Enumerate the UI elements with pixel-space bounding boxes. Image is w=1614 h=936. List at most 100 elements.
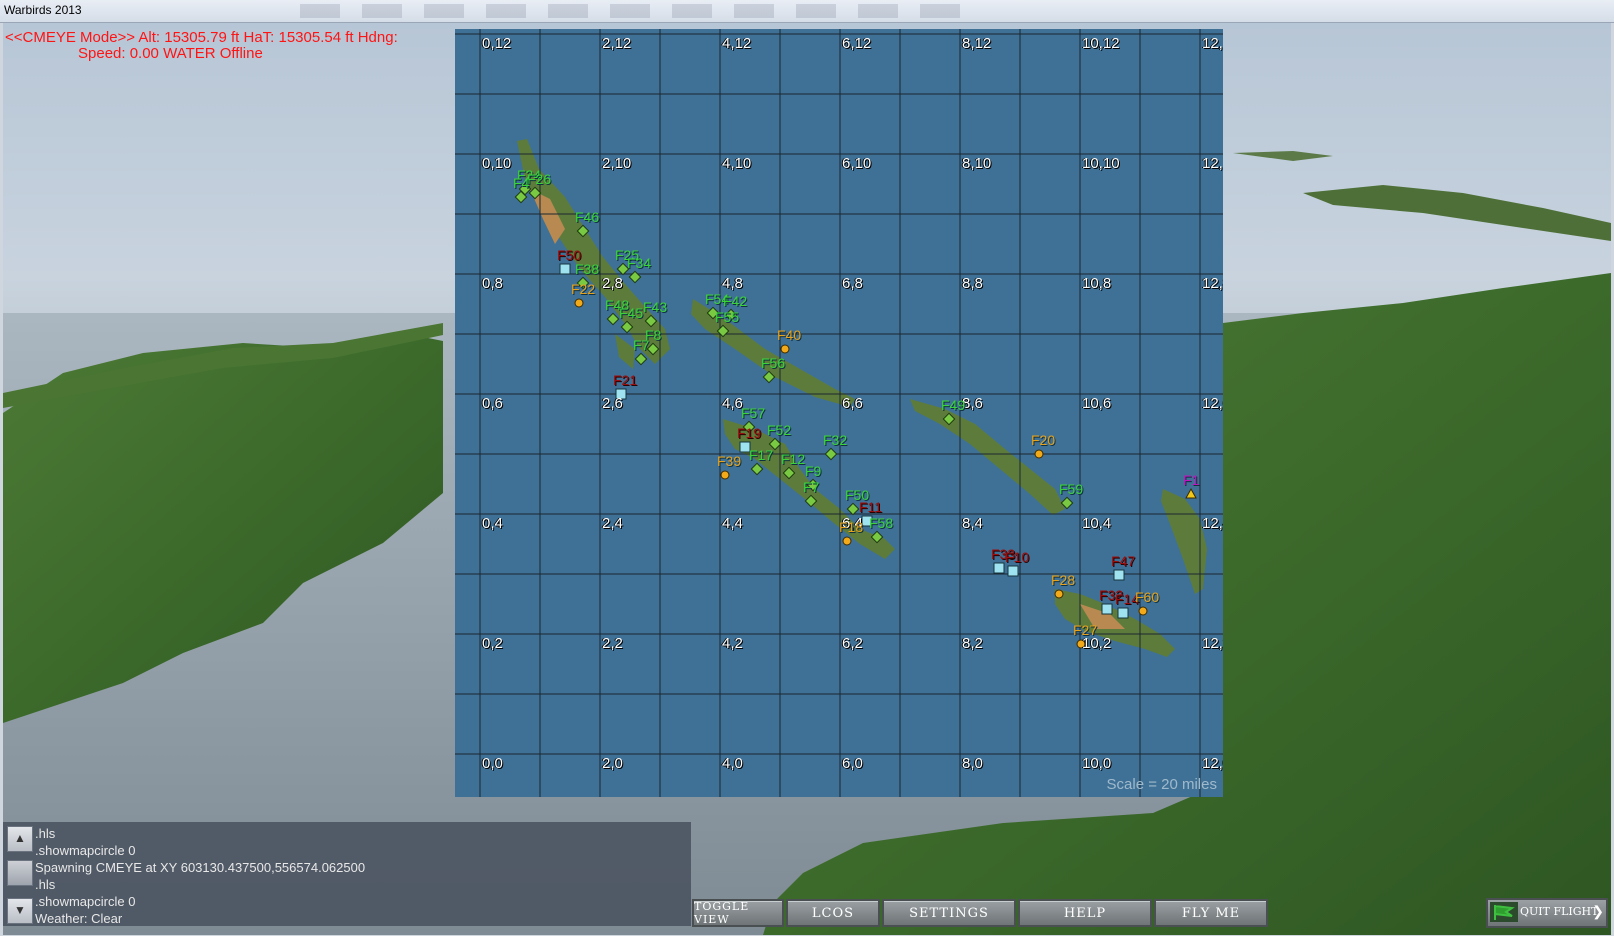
field-label[interactable]: F34 — [627, 255, 651, 271]
field-marker-red[interactable] — [1117, 607, 1129, 619]
field-label[interactable]: F10 — [1005, 549, 1029, 565]
grid-coordinate-label: 0,8 — [482, 275, 503, 292]
field-label[interactable]: F4 — [513, 175, 529, 191]
grid-coordinate-label: 0,6 — [482, 395, 503, 412]
chat-console[interactable]: ▲ ▼ .hls .showmapcircle 0 Spawning CMEYE… — [3, 822, 691, 926]
field-label[interactable]: F9 — [805, 463, 821, 479]
field-label[interactable]: F18 — [839, 519, 863, 535]
field-label[interactable]: F60 — [1135, 589, 1159, 605]
field-label[interactable]: F55 — [715, 309, 739, 325]
grid-coordinate-label: 10,12 — [1082, 35, 1120, 52]
field-label[interactable]: F32 — [823, 432, 847, 448]
field-marker-green[interactable] — [750, 462, 764, 476]
grid-coordinate-label: 8,4 — [962, 515, 983, 532]
hud-status-line: <<CMEYE Mode>> Alt: 15305.79 ft HaT: 153… — [5, 29, 398, 46]
grid-coordinate-label: 2,12 — [602, 35, 632, 52]
map-gridlines — [455, 29, 1223, 797]
lcos-button[interactable]: LCOS — [786, 899, 880, 927]
console-line: .showmapcircle 0 — [35, 894, 136, 909]
field-marker-red[interactable] — [1007, 565, 1019, 577]
grid-coordinate-label: 4,2 — [722, 635, 743, 652]
grid-coordinate-label: 12,4 — [1202, 515, 1223, 532]
field-label[interactable]: F28 — [1051, 572, 1075, 588]
far-island-terrain — [1303, 185, 1611, 241]
field-marker-green[interactable] — [846, 502, 860, 516]
field-label[interactable]: F56 — [761, 355, 785, 371]
console-scroll-down-button[interactable]: ▼ — [7, 898, 33, 924]
console-scroll-track[interactable] — [7, 860, 33, 886]
field-label[interactable]: F59 — [1059, 481, 1083, 497]
field-label[interactable]: F49 — [941, 397, 965, 413]
background-menu-ghost — [300, 4, 980, 18]
field-label[interactable]: F46 — [575, 209, 599, 225]
grid-coordinate-label: 10,4 — [1082, 515, 1112, 532]
field-label[interactable]: F1 — [1183, 472, 1199, 488]
field-marker-red[interactable] — [559, 263, 571, 275]
window-title: Warbirds 2013 — [4, 3, 82, 17]
field-label[interactable]: F42 — [723, 293, 747, 309]
grid-coordinate-label: 6,6 — [842, 395, 863, 412]
grid-coordinate-label: 6,8 — [842, 275, 863, 292]
field-label[interactable]: F47 — [1111, 553, 1135, 569]
field-label[interactable]: F27 — [1073, 622, 1097, 638]
field-label[interactable]: F39 — [717, 453, 741, 469]
toggle-view-button[interactable]: TOGGLE VIEW — [692, 899, 784, 927]
field-label[interactable]: F17 — [749, 447, 773, 463]
field-label[interactable]: F7 — [803, 479, 819, 495]
field-marker-orange[interactable] — [1054, 589, 1064, 599]
field-label[interactable]: F38 — [575, 261, 599, 277]
grid-coordinate-label: 6,10 — [842, 155, 872, 172]
field-marker-orange[interactable] — [842, 536, 852, 546]
map-scale-label: Scale = 20 miles — [1106, 776, 1217, 793]
grid-coordinate-label: 10,0 — [1082, 755, 1112, 772]
grid-coordinate-label: 2,0 — [602, 755, 623, 772]
grid-coordinate-label: 8,6 — [962, 395, 983, 412]
fly-me-button[interactable]: FLY ME — [1154, 899, 1268, 927]
field-label[interactable]: F57 — [741, 405, 765, 421]
field-label[interactable]: F19 — [737, 425, 761, 441]
field-marker-green[interactable] — [628, 270, 642, 284]
grid-coordinate-label: 12,10 — [1202, 155, 1223, 172]
field-marker-red[interactable] — [1113, 569, 1125, 581]
field-label[interactable]: F45 — [619, 305, 643, 321]
field-label[interactable]: F21 — [613, 372, 637, 388]
field-label[interactable]: F20 — [1031, 432, 1055, 448]
field-label[interactable]: F26 — [527, 171, 551, 187]
settings-button[interactable]: SETTINGS — [882, 899, 1016, 927]
console-scroll-up-button[interactable]: ▲ — [7, 826, 33, 852]
map-svg — [455, 29, 1223, 797]
grid-coordinate-label: 2,8 — [602, 275, 623, 292]
field-label[interactable]: F58 — [869, 515, 893, 531]
grid-coordinate-label: 12,2 — [1202, 635, 1223, 652]
field-label[interactable]: F11 — [859, 499, 882, 515]
field-label[interactable]: F52 — [767, 422, 791, 438]
field-marker-orange[interactable] — [780, 344, 790, 354]
help-button[interactable]: HELP — [1018, 899, 1152, 927]
grid-coordinate-label: 2,6 — [602, 395, 623, 412]
field-marker-red[interactable] — [993, 562, 1005, 574]
field-marker-red[interactable] — [1101, 603, 1113, 615]
field-marker-orange[interactable] — [574, 298, 584, 308]
field-marker-purple[interactable] — [1185, 487, 1197, 499]
console-line: Spawning CMEYE at XY 603130.437500,55657… — [35, 860, 366, 875]
field-label[interactable]: F7 — [633, 337, 649, 353]
field-marker-orange[interactable] — [1138, 606, 1148, 616]
grid-coordinate-label: 8,10 — [962, 155, 992, 172]
grid-coordinate-label: 0,12 — [482, 35, 512, 52]
field-marker-green[interactable] — [824, 447, 838, 461]
grid-coordinate-label: 8,2 — [962, 635, 983, 652]
field-marker-green[interactable] — [634, 352, 648, 366]
field-label[interactable]: F43 — [643, 299, 667, 315]
grid-coordinate-label: 0,10 — [482, 155, 512, 172]
sector-map[interactable]: 0,12 2,12 4,12 6,12 8,12 10,12 12,12 0,10 2,10 4,… — [455, 29, 1223, 797]
grid-coordinate-label: 4,12 — [722, 35, 752, 52]
field-marker-green[interactable] — [606, 312, 620, 326]
field-label[interactable]: F40 — [777, 327, 801, 343]
grid-coordinate-label: 2,4 — [602, 515, 623, 532]
field-label[interactable]: F22 — [571, 281, 595, 297]
quit-flight-button[interactable]: QUIT FLIGHT ❯ — [1486, 898, 1608, 928]
field-marker-orange[interactable] — [1034, 449, 1044, 459]
grid-coordinate-label: 2,10 — [602, 155, 632, 172]
field-marker-orange[interactable] — [720, 470, 730, 480]
field-label[interactable]: F12 — [781, 451, 805, 467]
